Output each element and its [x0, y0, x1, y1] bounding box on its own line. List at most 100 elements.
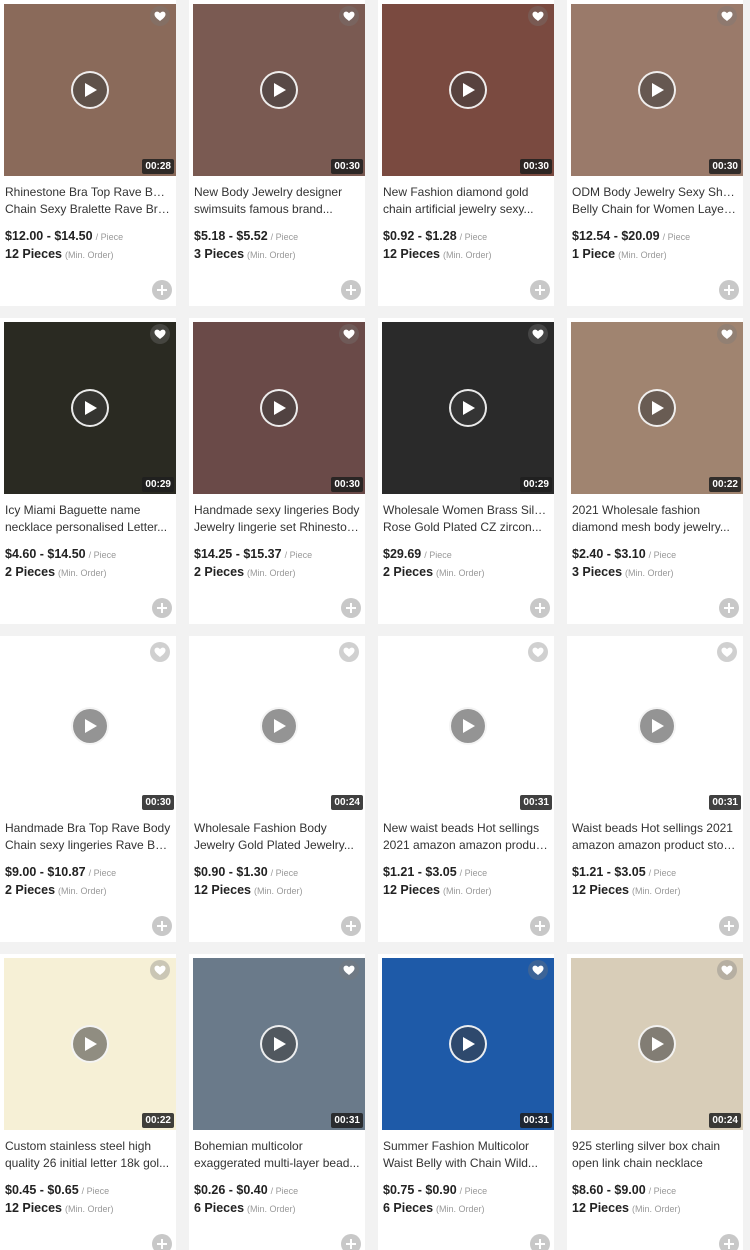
favorite-heart-icon[interactable]	[717, 6, 737, 26]
product-card[interactable]: 00:31 New waist beads Hot sellings 2021 …	[378, 636, 554, 942]
product-card[interactable]: 00:22 Custom stainless steel high qualit…	[0, 954, 176, 1250]
play-icon[interactable]	[260, 389, 298, 427]
product-title[interactable]: New Body Jewelry designer swimsuits famo…	[194, 184, 360, 218]
product-title[interactable]: Icy Miami Baguette name necklace persona…	[5, 502, 171, 536]
product-card[interactable]: 00:30 Handmade Bra Top Rave Body Chain s…	[0, 636, 176, 942]
product-title[interactable]: New waist beads Hot sellings 2021 amazon…	[383, 820, 549, 854]
play-icon[interactable]	[638, 389, 676, 427]
product-title[interactable]: New Fashion diamond gold chain artificia…	[383, 184, 549, 218]
product-title[interactable]: Handmade Bra Top Rave Body Chain sexy li…	[5, 820, 171, 854]
add-plus-icon[interactable]	[719, 280, 739, 300]
add-plus-icon[interactable]	[530, 1234, 550, 1250]
favorite-heart-icon[interactable]	[717, 960, 737, 980]
product-video-thumbnail[interactable]: 00:24	[571, 958, 743, 1130]
play-icon[interactable]	[260, 707, 298, 745]
product-card[interactable]: 00:31 Waist beads Hot sellings 2021 amaz…	[567, 636, 743, 942]
favorite-heart-icon[interactable]	[528, 642, 548, 662]
play-icon[interactable]	[638, 1025, 676, 1063]
favorite-heart-icon[interactable]	[339, 642, 359, 662]
add-plus-icon[interactable]	[341, 1234, 361, 1250]
product-title[interactable]: 925 sterling silver box chain open link …	[572, 1138, 738, 1172]
favorite-heart-icon[interactable]	[528, 6, 548, 26]
favorite-heart-icon[interactable]	[339, 6, 359, 26]
product-video-thumbnail[interactable]: 00:30	[382, 4, 554, 176]
product-title[interactable]: Bohemian multicolor exaggerated multi-la…	[194, 1138, 360, 1172]
favorite-heart-icon[interactable]	[528, 960, 548, 980]
video-duration: 00:30	[331, 477, 363, 492]
add-plus-icon[interactable]	[341, 598, 361, 618]
favorite-heart-icon[interactable]	[339, 960, 359, 980]
product-video-thumbnail[interactable]: 00:22	[4, 958, 176, 1130]
add-plus-icon[interactable]	[719, 916, 739, 936]
product-card[interactable]: 00:30 New Body Jewelry designer swimsuit…	[189, 0, 365, 306]
product-card[interactable]: 00:29 Icy Miami Baguette name necklace p…	[0, 318, 176, 624]
play-icon[interactable]	[71, 71, 109, 109]
product-video-thumbnail[interactable]: 00:29	[4, 322, 176, 494]
product-video-thumbnail[interactable]: 00:28	[4, 4, 176, 176]
product-card[interactable]: 00:31 Summer Fashion Multicolor Waist Be…	[378, 954, 554, 1250]
product-title[interactable]: Custom stainless steel high quality 26 i…	[5, 1138, 171, 1172]
play-icon[interactable]	[449, 389, 487, 427]
add-plus-icon[interactable]	[152, 280, 172, 300]
product-video-thumbnail[interactable]: 00:24	[193, 640, 365, 812]
add-plus-icon[interactable]	[152, 916, 172, 936]
product-title[interactable]: Rhinestone Bra Top Rave Body Chain Sexy …	[5, 184, 171, 218]
favorite-heart-icon[interactable]	[717, 642, 737, 662]
play-icon[interactable]	[260, 1025, 298, 1063]
play-icon[interactable]	[449, 71, 487, 109]
favorite-heart-icon[interactable]	[150, 642, 170, 662]
product-card[interactable]: 00:31 Bohemian multicolor exaggerated mu…	[189, 954, 365, 1250]
product-card[interactable]: 00:24 Wholesale Fashion Body Jewelry Gol…	[189, 636, 365, 942]
add-plus-icon[interactable]	[341, 916, 361, 936]
add-plus-icon[interactable]	[152, 1234, 172, 1250]
product-title[interactable]: Wholesale Fashion Body Jewelry Gold Plat…	[194, 820, 360, 854]
product-title[interactable]: Summer Fashion Multicolor Waist Belly wi…	[383, 1138, 549, 1172]
product-card[interactable]: 00:28 Rhinestone Bra Top Rave Body Chain…	[0, 0, 176, 306]
product-title[interactable]: Wholesale Women Brass Silver Rose Gold P…	[383, 502, 549, 536]
add-plus-icon[interactable]	[719, 1234, 739, 1250]
product-video-thumbnail[interactable]: 00:30	[571, 4, 743, 176]
min-order-quantity: 1 Piece (Min. Order)	[572, 247, 667, 261]
product-card[interactable]: 00:24 925 sterling silver box chain open…	[567, 954, 743, 1250]
price-unit: / Piece	[648, 1186, 677, 1196]
add-plus-icon[interactable]	[152, 598, 172, 618]
product-video-thumbnail[interactable]: 00:29	[382, 322, 554, 494]
product-video-thumbnail[interactable]: 00:31	[193, 958, 365, 1130]
product-card[interactable]: 00:30 ODM Body Jewelry Sexy Shorts Belly…	[567, 0, 743, 306]
play-icon[interactable]	[71, 1025, 109, 1063]
product-card[interactable]: 00:29 Wholesale Women Brass Silver Rose …	[378, 318, 554, 624]
min-order-quantity: 12 Pieces (Min. Order)	[572, 1201, 681, 1215]
add-plus-icon[interactable]	[530, 598, 550, 618]
add-plus-icon[interactable]	[341, 280, 361, 300]
favorite-heart-icon[interactable]	[717, 324, 737, 344]
product-title[interactable]: Handmade sexy lingeries Body Jewelry lin…	[194, 502, 360, 536]
product-video-thumbnail[interactable]: 00:30	[193, 4, 365, 176]
product-card[interactable]: 00:30 Handmade sexy lingeries Body Jewel…	[189, 318, 365, 624]
favorite-heart-icon[interactable]	[528, 324, 548, 344]
add-plus-icon[interactable]	[530, 280, 550, 300]
favorite-heart-icon[interactable]	[150, 324, 170, 344]
product-video-thumbnail[interactable]: 00:30	[193, 322, 365, 494]
play-icon[interactable]	[449, 707, 487, 745]
product-video-thumbnail[interactable]: 00:22	[571, 322, 743, 494]
play-icon[interactable]	[638, 71, 676, 109]
add-plus-icon[interactable]	[530, 916, 550, 936]
favorite-heart-icon[interactable]	[150, 6, 170, 26]
product-title[interactable]: Waist beads Hot sellings 2021 amazon ama…	[572, 820, 738, 854]
play-icon[interactable]	[260, 71, 298, 109]
favorite-heart-icon[interactable]	[339, 324, 359, 344]
product-title[interactable]: ODM Body Jewelry Sexy Shorts Belly Chain…	[572, 184, 738, 218]
product-video-thumbnail[interactable]: 00:31	[571, 640, 743, 812]
product-video-thumbnail[interactable]: 00:30	[4, 640, 176, 812]
favorite-heart-icon[interactable]	[150, 960, 170, 980]
add-plus-icon[interactable]	[719, 598, 739, 618]
play-icon[interactable]	[71, 389, 109, 427]
play-icon[interactable]	[71, 707, 109, 745]
product-video-thumbnail[interactable]: 00:31	[382, 958, 554, 1130]
product-video-thumbnail[interactable]: 00:31	[382, 640, 554, 812]
product-title[interactable]: 2021 Wholesale fashion diamond mesh body…	[572, 502, 738, 536]
play-icon[interactable]	[449, 1025, 487, 1063]
product-card[interactable]: 00:22 2021 Wholesale fashion diamond mes…	[567, 318, 743, 624]
play-icon[interactable]	[638, 707, 676, 745]
product-card[interactable]: 00:30 New Fashion diamond gold chain art…	[378, 0, 554, 306]
